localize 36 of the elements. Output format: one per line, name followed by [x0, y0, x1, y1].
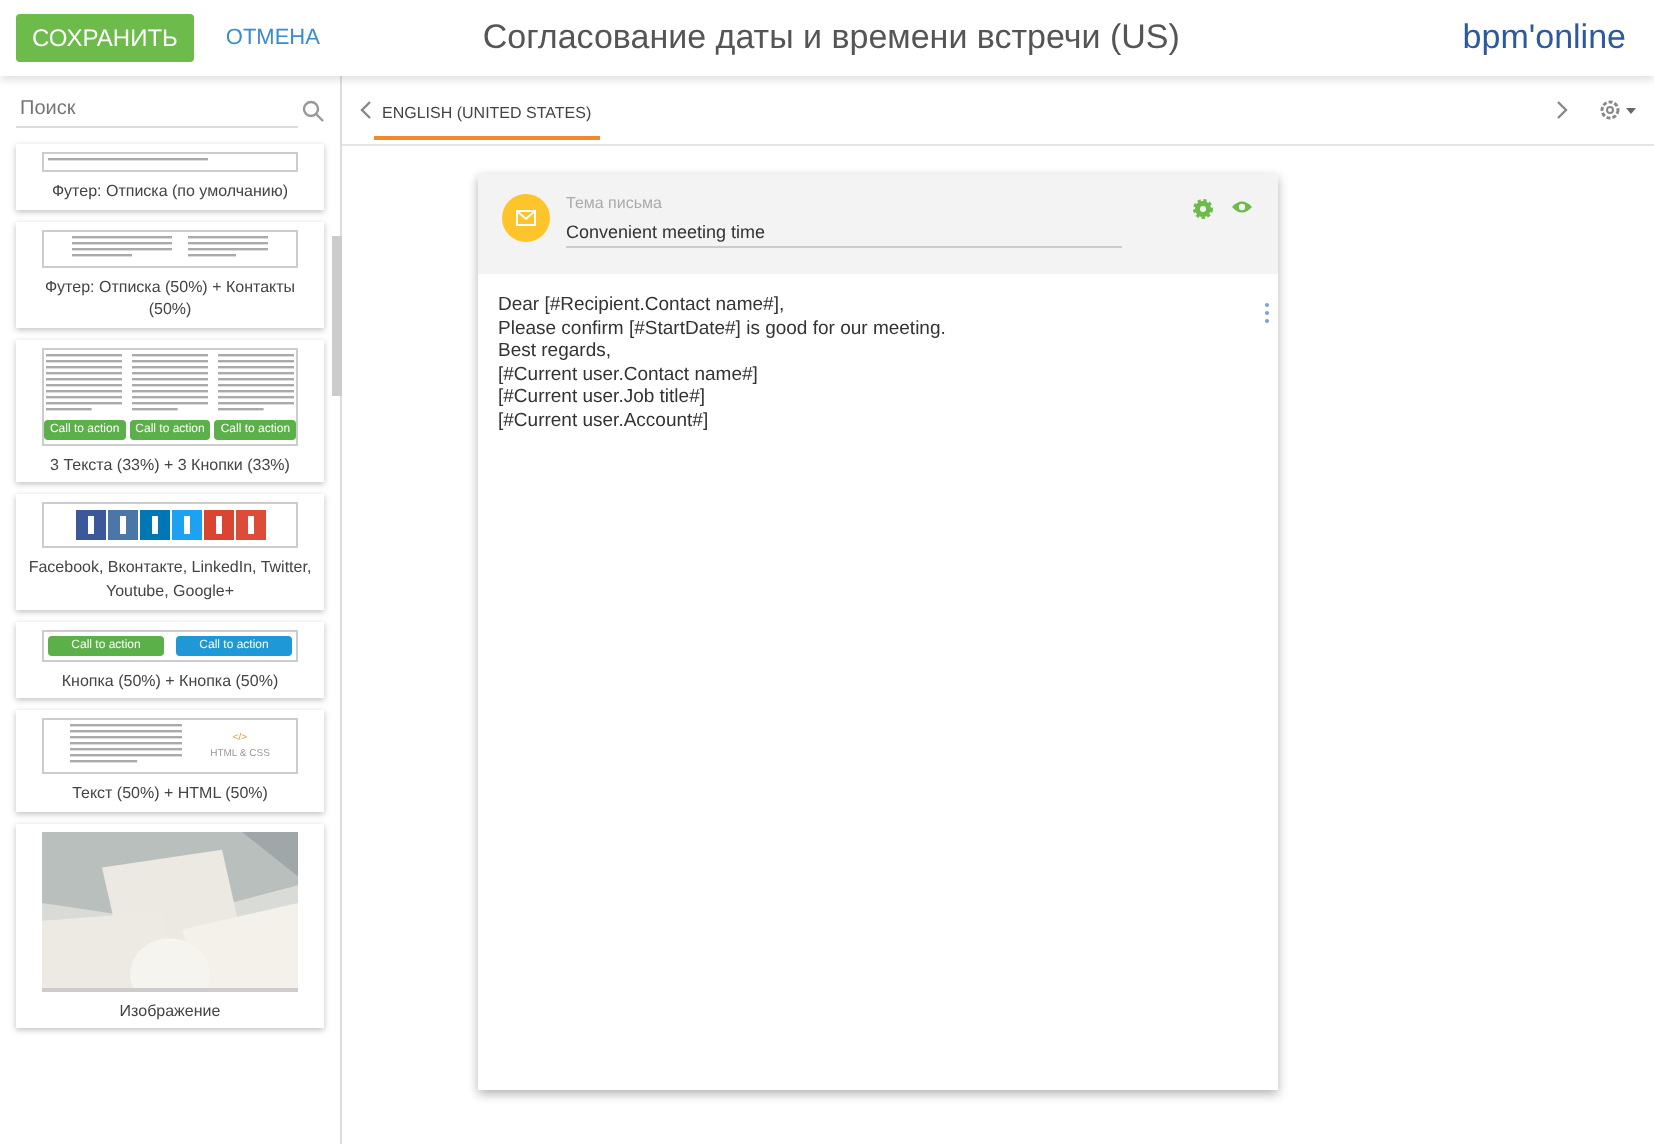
block-caption: 3 Текста (33%) + 3 Кнопки (33%) — [50, 453, 290, 477]
text-lines-drawing — [188, 235, 268, 262]
block-caption: Facebook, Вконтакте, LinkedIn, Twitter, Youtube, Google+ — [28, 556, 312, 604]
gear-icon[interactable] — [1598, 98, 1638, 122]
body-line: [#Current user.Job title#] — [498, 386, 707, 410]
body-line: [#Current user.Contact name#] — [498, 363, 760, 387]
body-line: Best regards, — [498, 340, 613, 364]
subject-label: Тема письма — [566, 194, 664, 212]
template-block-card[interactable]: Футер: Отписка (по умолчанию) — [16, 144, 324, 210]
text-lines-drawing — [132, 353, 208, 416]
envelope-icon — [502, 194, 550, 242]
chevron-left-icon[interactable] — [358, 100, 374, 120]
body-line: Dear [#Recipient.Contact name#], — [498, 294, 787, 318]
block-caption: Кнопка (50%) + Кнопка (50%) — [61, 669, 279, 693]
block-caption: Футер: Отписка (50%) + Контакты (50%) — [42, 275, 298, 322]
eye-icon[interactable] — [1230, 198, 1254, 216]
scrollbar[interactable] — [332, 236, 342, 396]
block-caption: Футер: Отписка (по умолчанию) — [51, 180, 289, 204]
page-title: Согласование даты и времени встречи (US) — [480, 18, 1182, 58]
text-lines-drawing — [46, 353, 123, 416]
body-line: [#Current user.Account#] — [498, 409, 711, 433]
block-caption: Текст (50%) + HTML (50%) — [72, 782, 268, 806]
search-icon[interactable] — [302, 99, 324, 121]
more-icon[interactable] — [1264, 302, 1270, 324]
subject-value: Convenient meeting time — [566, 222, 768, 242]
block-caption: Изображение — [119, 999, 221, 1023]
template-block-card[interactable]: Facebook, Вконтакте, LinkedIn, Twitter, Youtube, Google+ — [16, 494, 324, 610]
body-line: Please confirm [#StartDate#] is good for our meeting. — [498, 317, 948, 341]
cancel-link[interactable]: ОТМЕНА — [225, 26, 320, 50]
template-block-card[interactable]: Изображение — [16, 823, 324, 1029]
chevron-right-icon[interactable] — [1554, 100, 1570, 120]
language-tab[interactable]: ENGLISH (UNITED STATES) — [374, 80, 600, 140]
text-lines-drawing — [72, 235, 172, 262]
template-block-card[interactable]: Футер: Отписка (50%) + Контакты (50%) — [16, 221, 324, 328]
text-lines-drawing — [217, 353, 294, 416]
logo: bpm'online — [1462, 18, 1626, 58]
